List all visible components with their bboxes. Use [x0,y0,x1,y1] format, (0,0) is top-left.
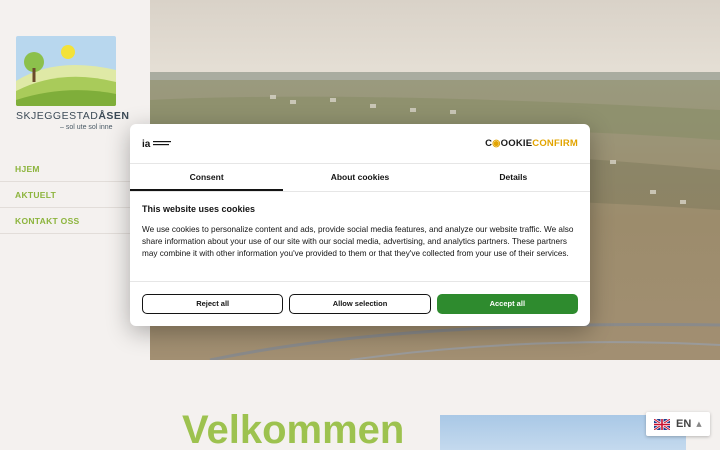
ia-logo-icon: ia [142,139,171,150]
tab-consent[interactable]: Consent [130,164,284,191]
dialog-buttons: Reject all Allow selection Accept all [142,294,578,314]
dialog-body: This website uses cookies We use cookies… [130,192,590,282]
tab-about-cookies[interactable]: About cookies [283,164,436,191]
svg-text:ia: ia [142,139,151,150]
cookieconfirm-brand: C◉OOKIECONFIRM [485,138,578,149]
reject-all-button[interactable]: Reject all [142,294,284,314]
dialog-header: ia C◉OOKIECONFIRM [130,124,590,164]
allow-selection-button[interactable]: Allow selection [289,294,431,314]
dialog-tabs: Consent About cookies Details [130,164,590,192]
accept-all-button[interactable]: Accept all [436,294,578,314]
dialog-title: This website uses cookies [142,204,256,214]
cookie-consent-dialog: ia C◉OOKIECONFIRM Consent About cookies … [130,124,590,326]
tab-details[interactable]: Details [437,164,590,191]
dialog-text: We use cookies to personalize content an… [142,225,574,259]
